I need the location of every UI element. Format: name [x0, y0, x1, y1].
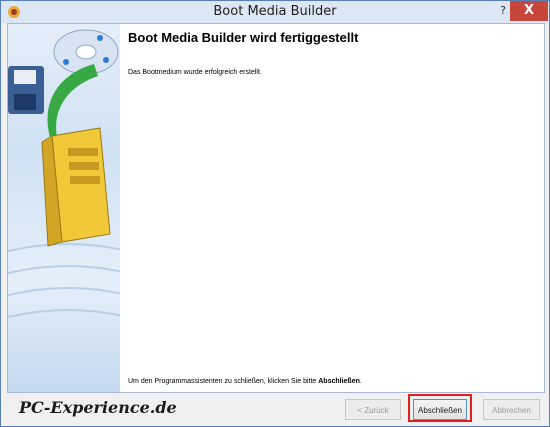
watermark-logo: PC-Experience.de: [19, 398, 177, 417]
wizard-page: Boot Media Builder wird fertiggestellt D…: [7, 23, 545, 393]
finish-instruction: Um den Programmassistenten zu schließen,…: [128, 378, 362, 385]
page-title: Boot Media Builder wird fertiggestellt: [128, 30, 359, 45]
finish-instruction-prefix: Um den Programmassistenten zu schließen,…: [128, 378, 319, 385]
window-title: Boot Media Builder: [213, 4, 337, 19]
computer-tower-icon: [41, 127, 111, 247]
finish-instruction-suffix: .: [359, 378, 362, 385]
wizard-window: Boot Media Builder ? X Boot Media Builde…: [0, 0, 550, 427]
title-bar: Boot Media Builder ? X: [1, 1, 549, 23]
floppy-disk-icon: [8, 66, 44, 114]
close-button[interactable]: X: [510, 1, 548, 21]
back-button[interactable]: < Zurück: [345, 399, 401, 420]
cancel-button[interactable]: Abbrechen: [483, 399, 540, 420]
help-button[interactable]: ?: [495, 3, 511, 19]
finish-instruction-bold: Abschließen: [318, 378, 360, 385]
wizard-sidebar-art: [8, 24, 120, 392]
status-message: Das Bootmedium wurde erfolgreich erstell…: [128, 69, 262, 76]
finish-button[interactable]: Abschließen: [413, 399, 467, 420]
